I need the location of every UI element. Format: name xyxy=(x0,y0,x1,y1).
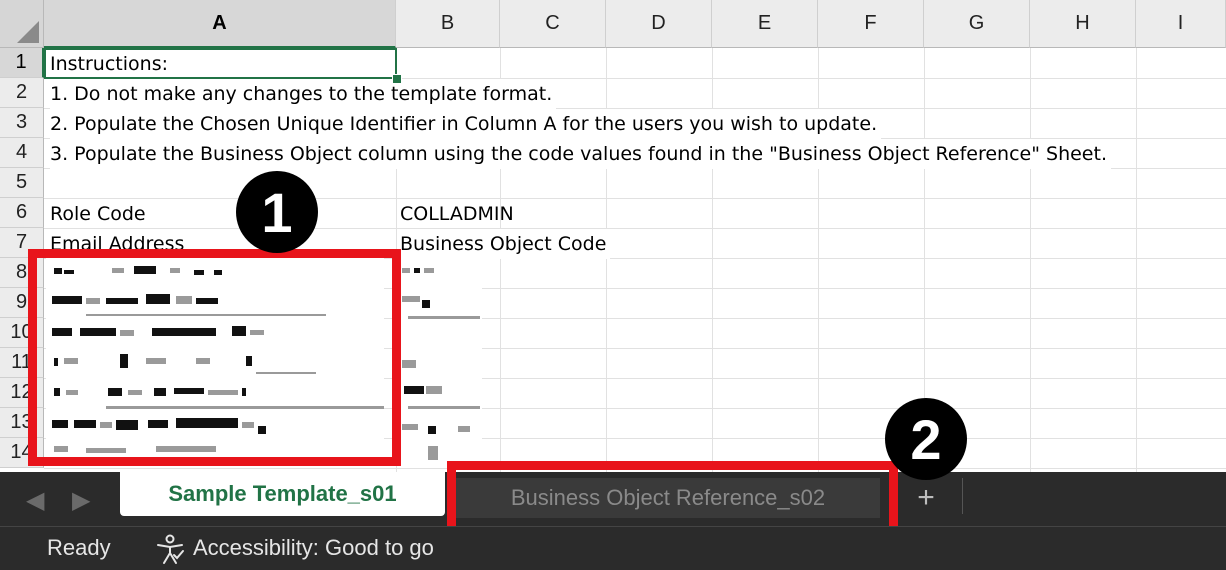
redacted-codes xyxy=(398,258,482,468)
column-header-d[interactable]: D xyxy=(606,0,712,48)
cell-a4[interactable]: 3. Populate the Business Object column u… xyxy=(50,139,1111,169)
cell-a2[interactable]: 1. Do not make any changes to the templa… xyxy=(50,79,557,109)
row-header-5[interactable]: 5 xyxy=(0,168,44,198)
row-header-4[interactable]: 4 xyxy=(0,138,44,168)
status-bar: Ready Accessibility: Good to go xyxy=(0,526,1226,570)
accessibility-status[interactable]: Accessibility: Good to go xyxy=(193,535,434,561)
cell-b7[interactable]: Business Object Code xyxy=(400,229,611,259)
cell-b6[interactable]: COLLADMIN xyxy=(400,199,514,229)
chevron-left-icon[interactable]: ◀ xyxy=(26,486,44,515)
column-header-i[interactable]: I xyxy=(1136,0,1226,48)
accessibility-icon[interactable] xyxy=(154,533,186,570)
cell-a3[interactable]: 2. Populate the Chosen Unique Identifier… xyxy=(50,109,882,139)
column-header-b[interactable]: B xyxy=(396,0,500,48)
highlight-box-email-column xyxy=(28,249,401,466)
add-sheet-button[interactable]: + xyxy=(906,478,946,518)
column-header-c[interactable]: C xyxy=(500,0,606,48)
chevron-right-icon[interactable]: ▶ xyxy=(72,486,90,515)
row-header-6[interactable]: 6 xyxy=(0,198,44,228)
column-header-f[interactable]: F xyxy=(818,0,924,48)
row-header-3[interactable]: 3 xyxy=(0,108,44,138)
row-header-2[interactable]: 2 xyxy=(0,78,44,108)
select-all-button[interactable] xyxy=(0,0,44,48)
select-all-icon xyxy=(17,21,39,43)
row-header-1[interactable]: 1 xyxy=(0,48,44,78)
tab-sample-template[interactable]: Sample Template_s01 xyxy=(120,472,445,516)
active-cell-selection xyxy=(44,48,397,79)
column-header-e[interactable]: E xyxy=(712,0,818,48)
cell-a6[interactable]: Role Code xyxy=(50,199,146,229)
column-header-a[interactable]: A xyxy=(44,0,396,48)
status-ready-text: Ready xyxy=(47,535,111,560)
column-header-h[interactable]: H xyxy=(1030,0,1136,48)
callout-badge-1: 1 xyxy=(236,171,318,253)
column-header-g[interactable]: G xyxy=(924,0,1030,48)
tab-divider xyxy=(962,478,963,514)
spreadsheet-grid[interactable]: A B C D E F G H I 1 2 3 4 5 6 7 8 9 10 1… xyxy=(0,0,1226,472)
fill-handle[interactable] xyxy=(392,74,402,84)
callout-badge-2: 2 xyxy=(885,398,967,480)
